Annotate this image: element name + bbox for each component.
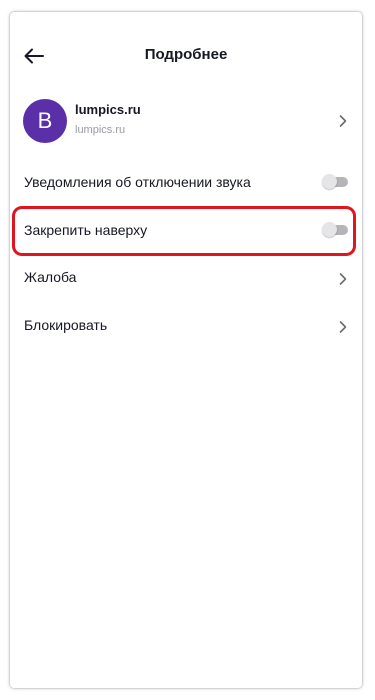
report-label: Жалоба	[24, 269, 77, 285]
avatar[interactable]: B	[23, 99, 67, 143]
mute-notifications-toggle[interactable]	[322, 174, 348, 189]
page-title: Подробнее	[144, 46, 228, 63]
pin-to-top-toggle[interactable]	[322, 222, 348, 237]
chevron-right-icon	[339, 115, 347, 127]
block-row[interactable]: Блокировать	[10, 305, 362, 345]
pin-to-top-row: Закрепить наверху	[10, 210, 362, 250]
toggle-knob	[322, 222, 337, 237]
profile-row[interactable]: B lumpics.ru lumpics.ru	[10, 96, 362, 146]
mute-notifications-row: Уведомления об отключении звука	[10, 162, 362, 202]
pin-to-top-label: Закрепить наверху	[24, 222, 148, 238]
toggle-knob	[322, 174, 337, 189]
chevron-right-icon	[339, 321, 347, 333]
profile-username: lumpics.ru	[75, 124, 126, 136]
report-row[interactable]: Жалоба	[10, 257, 362, 297]
profile-name: lumpics.ru	[75, 102, 141, 117]
avatar-letter: B	[37, 108, 53, 133]
block-label: Блокировать	[24, 317, 108, 333]
mute-notifications-label: Уведомления об отключении звука	[24, 174, 251, 190]
chevron-right-icon	[339, 273, 347, 285]
header: Подробнее	[10, 36, 362, 76]
screen-frame: Подробнее B lumpics.ru lumpics.ru Уведом…	[10, 12, 362, 688]
